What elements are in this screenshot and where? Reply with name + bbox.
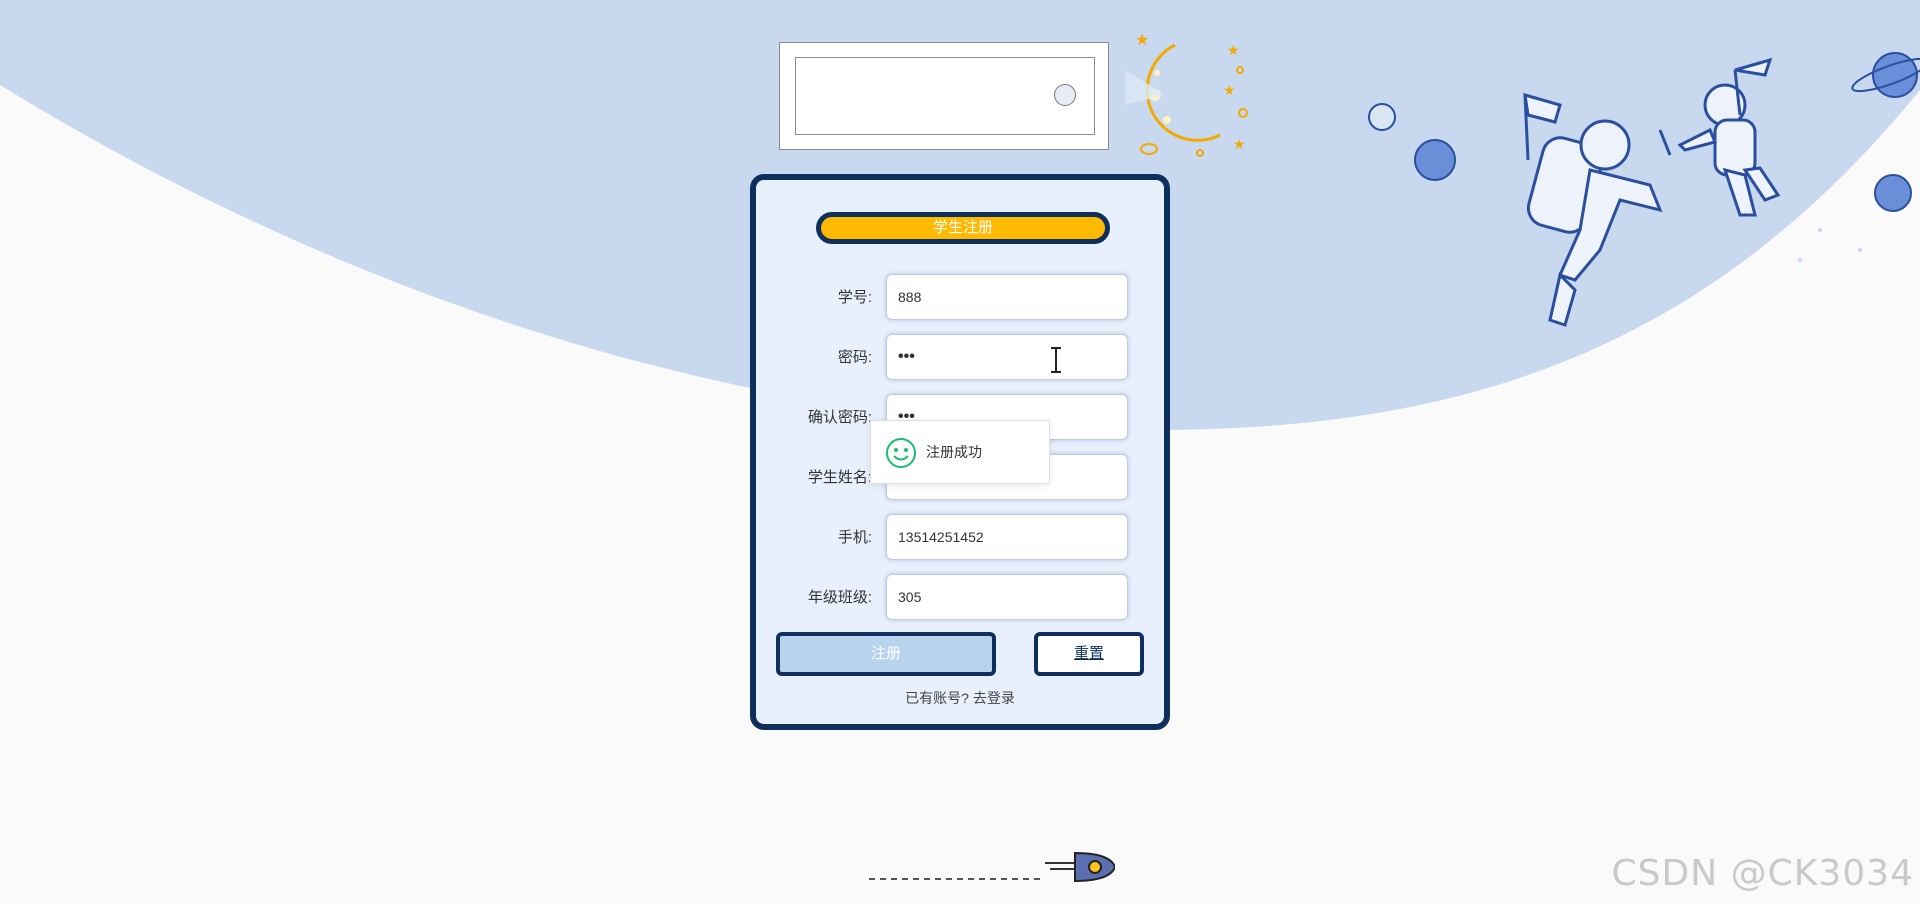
form-row-grade-class: 年级班级: 305: [756, 574, 1164, 622]
moon-illustration: ★ ★ ★ ★: [1125, 32, 1248, 157]
student-name-label: 学生姓名:: [807, 469, 872, 486]
password-input[interactable]: •••: [886, 334, 1128, 380]
svg-text:★: ★: [1223, 82, 1236, 98]
form-title: 学生注册: [816, 212, 1110, 244]
phone-label: 手机:: [837, 529, 872, 546]
student-id-label: 学号:: [837, 289, 872, 306]
student-id-input[interactable]: 888: [886, 274, 1128, 320]
astronaut-illustration: [1368, 52, 1920, 327]
watermark: CSDN @CK3034: [1611, 853, 1914, 894]
phone-input[interactable]: 13514251452: [886, 514, 1128, 560]
success-toast: 注册成功: [870, 420, 1050, 484]
grade-class-label: 年级班级:: [807, 589, 872, 606]
password-label: 密码:: [837, 349, 872, 366]
svg-text:★: ★: [1233, 136, 1246, 152]
svg-text:★: ★: [1227, 42, 1240, 58]
top-banner: [779, 42, 1109, 150]
form-row-phone: 手机: 13514251452: [756, 514, 1164, 562]
grade-class-input[interactable]: 305: [886, 574, 1128, 620]
text-cursor-icon: [1051, 347, 1061, 373]
svg-text:★: ★: [1135, 32, 1149, 49]
register-button[interactable]: 注册: [776, 632, 996, 676]
form-row-password: 密码: •••: [756, 334, 1164, 382]
smile-icon: [886, 438, 916, 468]
banner-dot-icon: [1054, 84, 1076, 106]
toast-message: 注册成功: [926, 444, 982, 460]
go-login-link[interactable]: 已有账号? 去登录: [756, 688, 1164, 708]
reset-button[interactable]: 重置: [1034, 632, 1144, 676]
rocket-icon: [869, 851, 1115, 883]
form-row-student-id: 学号: 888: [756, 274, 1164, 322]
confirm-password-label: 确认密码:: [807, 409, 872, 426]
banner-inner-frame: [795, 57, 1095, 135]
